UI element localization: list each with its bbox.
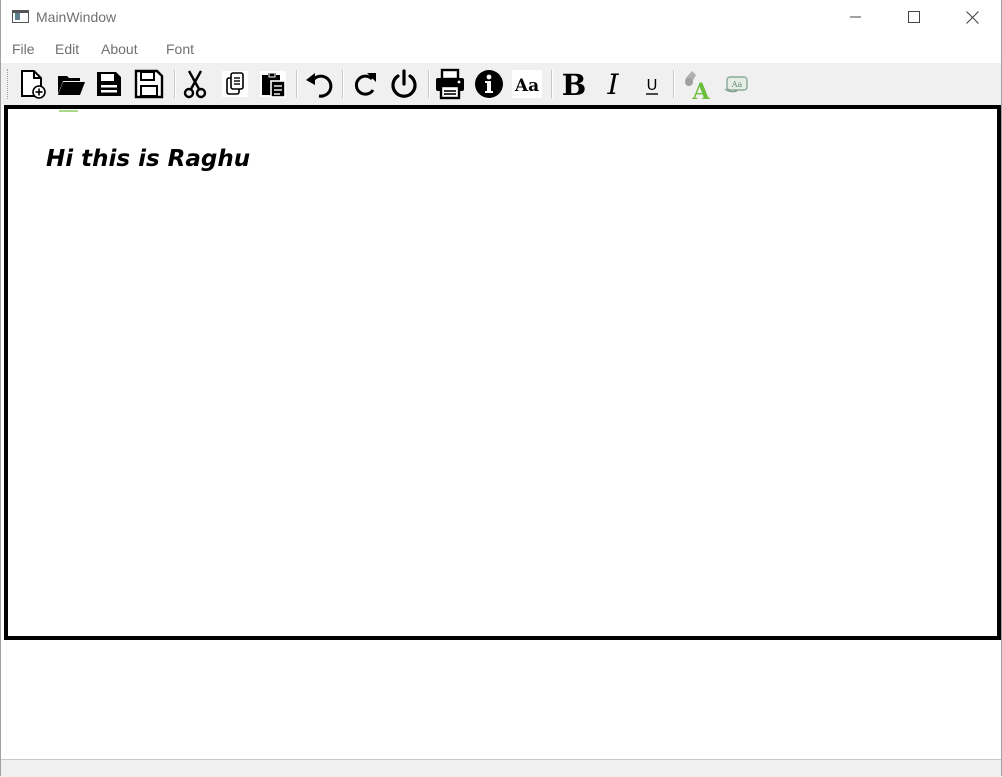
maximize-icon <box>908 11 920 23</box>
new-file-button[interactable] <box>15 67 49 101</box>
save-as-icon <box>134 69 164 99</box>
close-icon <box>965 10 979 24</box>
text-editor[interactable]: Hi this is Raghu <box>4 105 1001 640</box>
paste-button[interactable] <box>256 67 290 101</box>
redo-icon <box>354 73 376 96</box>
toolbar-handle[interactable] <box>7 69 10 99</box>
toolbar: Aa B I U A Aa <box>1 63 1001 105</box>
new-file-icon <box>21 70 46 99</box>
print-icon <box>436 68 464 100</box>
main-window: MainWindow File Edit About Font Aa B I U… <box>0 0 1002 777</box>
window-title: MainWindow <box>36 9 117 25</box>
lower-panel <box>1 640 1001 759</box>
background-color-button[interactable]: Aa <box>720 67 754 101</box>
toolbar-separator <box>428 70 430 98</box>
menu-file[interactable]: File <box>12 41 35 57</box>
app-icon <box>12 10 29 23</box>
editor-marker <box>59 110 78 112</box>
info-button[interactable] <box>472 67 506 101</box>
font-icon: Aa <box>512 70 542 98</box>
menu-bar: File Edit About Font <box>1 38 1001 62</box>
bold-button[interactable]: B <box>557 67 591 101</box>
copy-icon <box>222 71 248 97</box>
svg-text:Aa: Aa <box>731 80 743 89</box>
underline-button[interactable]: U <box>635 67 669 101</box>
svg-text:B: B <box>562 69 587 99</box>
svg-text:I: I <box>606 69 619 99</box>
font-button[interactable]: Aa <box>510 67 544 101</box>
editor-content: Hi this is Raghu <box>46 146 251 172</box>
status-bar <box>1 759 1001 777</box>
exit-button[interactable] <box>387 67 421 101</box>
bold-icon: B <box>562 69 587 99</box>
minimize-icon <box>850 16 861 18</box>
title-bar[interactable]: MainWindow <box>1 0 1001 34</box>
italic-button[interactable]: I <box>596 67 630 101</box>
cut-button[interactable] <box>178 67 212 101</box>
toolbar-separator <box>551 70 553 98</box>
print-button[interactable] <box>433 67 467 101</box>
toolbar-separator <box>174 70 176 98</box>
copy-button[interactable] <box>218 67 252 101</box>
undo-icon <box>306 73 333 98</box>
open-button[interactable] <box>54 67 88 101</box>
text-color-button[interactable]: A <box>680 67 714 101</box>
underline-icon: U <box>646 76 658 95</box>
text-color-icon: A <box>685 71 710 101</box>
maximize-button[interactable] <box>885 0 943 34</box>
svg-text:U: U <box>647 76 658 94</box>
minimize-button[interactable] <box>827 0 885 34</box>
menu-about[interactable]: About <box>101 41 138 57</box>
toolbar-separator <box>296 70 298 98</box>
svg-text:Aa: Aa <box>514 76 539 96</box>
save-as-button[interactable] <box>132 67 166 101</box>
power-icon <box>391 69 417 98</box>
redo-button[interactable] <box>348 67 382 101</box>
italic-icon: I <box>606 69 619 99</box>
menu-edit[interactable]: Edit <box>55 41 79 57</box>
paste-icon <box>260 71 286 98</box>
background-color-icon: Aa <box>724 76 748 93</box>
menu-font[interactable]: Font <box>166 41 194 57</box>
toolbar-separator <box>673 70 675 98</box>
svg-text:A: A <box>691 79 710 101</box>
close-button[interactable] <box>943 0 1001 34</box>
save-button[interactable] <box>92 67 126 101</box>
undo-button[interactable] <box>302 67 336 101</box>
toolbar-separator <box>342 70 344 98</box>
save-icon <box>97 72 121 96</box>
info-icon <box>475 70 503 98</box>
cut-icon <box>183 70 207 99</box>
open-folder-icon <box>58 76 85 95</box>
